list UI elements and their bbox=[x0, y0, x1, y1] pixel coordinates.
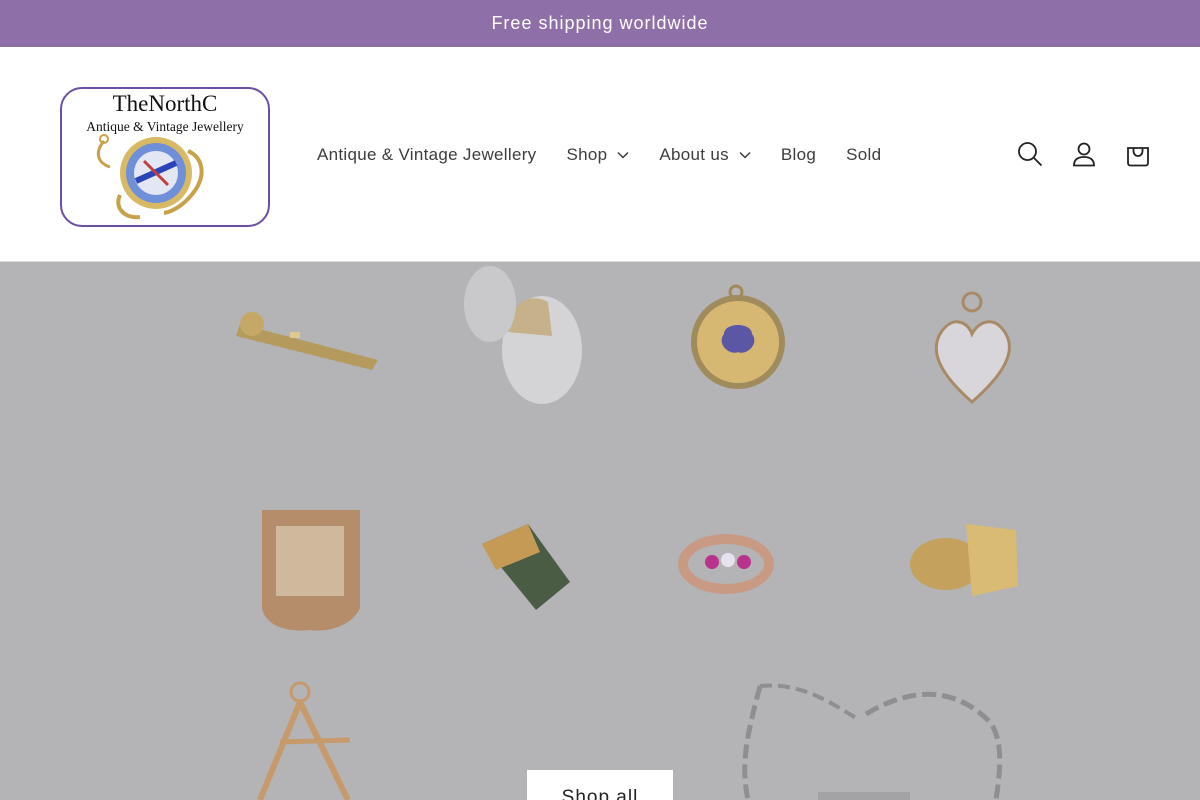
nav-item-label: Shop bbox=[566, 144, 608, 164]
vesta-case-image bbox=[262, 510, 360, 631]
book-charm-image bbox=[482, 524, 570, 610]
main-nav: Antique & Vintage Jewellery Shop About u… bbox=[302, 47, 896, 262]
store-logo[interactable]: TheNorthC Antique & Vintage Jewellery bbox=[60, 87, 270, 227]
logo-title: TheNorthC bbox=[112, 91, 218, 116]
albert-chain-image bbox=[742, 683, 1003, 800]
pansy-locket-image bbox=[691, 284, 785, 389]
nav-item-label: About us bbox=[659, 144, 729, 164]
heart-locket-image bbox=[934, 291, 1011, 404]
nav-item-antique-vintage-jewellery[interactable]: Antique & Vintage Jewellery bbox=[302, 145, 551, 165]
whistle-pendant-image bbox=[236, 312, 378, 370]
ruby-diamond-ring-image bbox=[678, 534, 774, 594]
site-header: TheNorthC Antique & Vintage Jewellery An… bbox=[0, 47, 1200, 262]
masonic-fob-image bbox=[257, 681, 351, 800]
chevron-down-icon bbox=[617, 151, 629, 159]
hero-banner bbox=[0, 262, 1200, 800]
cart-icon[interactable] bbox=[1122, 137, 1154, 171]
product-collage-image bbox=[236, 266, 1018, 800]
compass-fob-logo-image bbox=[96, 134, 204, 220]
header-icons bbox=[1014, 137, 1154, 171]
signet-ring-image bbox=[910, 524, 1018, 596]
nav-item-about-us[interactable]: About us bbox=[644, 145, 766, 165]
nav-item-label: Antique & Vintage Jewellery bbox=[317, 144, 537, 164]
announcement-bar: Free shipping worldwide bbox=[0, 0, 1200, 47]
egg-vesta-image bbox=[464, 266, 582, 404]
account-icon[interactable] bbox=[1068, 137, 1100, 171]
announcement-text: Free shipping worldwide bbox=[491, 13, 709, 33]
shop-all-button[interactable]: Shop all bbox=[527, 770, 673, 800]
nav-item-label: Sold bbox=[846, 144, 882, 164]
search-icon[interactable] bbox=[1014, 137, 1046, 171]
nav-item-blog[interactable]: Blog bbox=[766, 145, 831, 165]
nav-item-shop[interactable]: Shop bbox=[551, 145, 644, 165]
nav-item-label: Blog bbox=[780, 144, 817, 164]
nav-item-sold[interactable]: Sold bbox=[831, 145, 896, 165]
chevron-down-icon bbox=[739, 151, 751, 159]
